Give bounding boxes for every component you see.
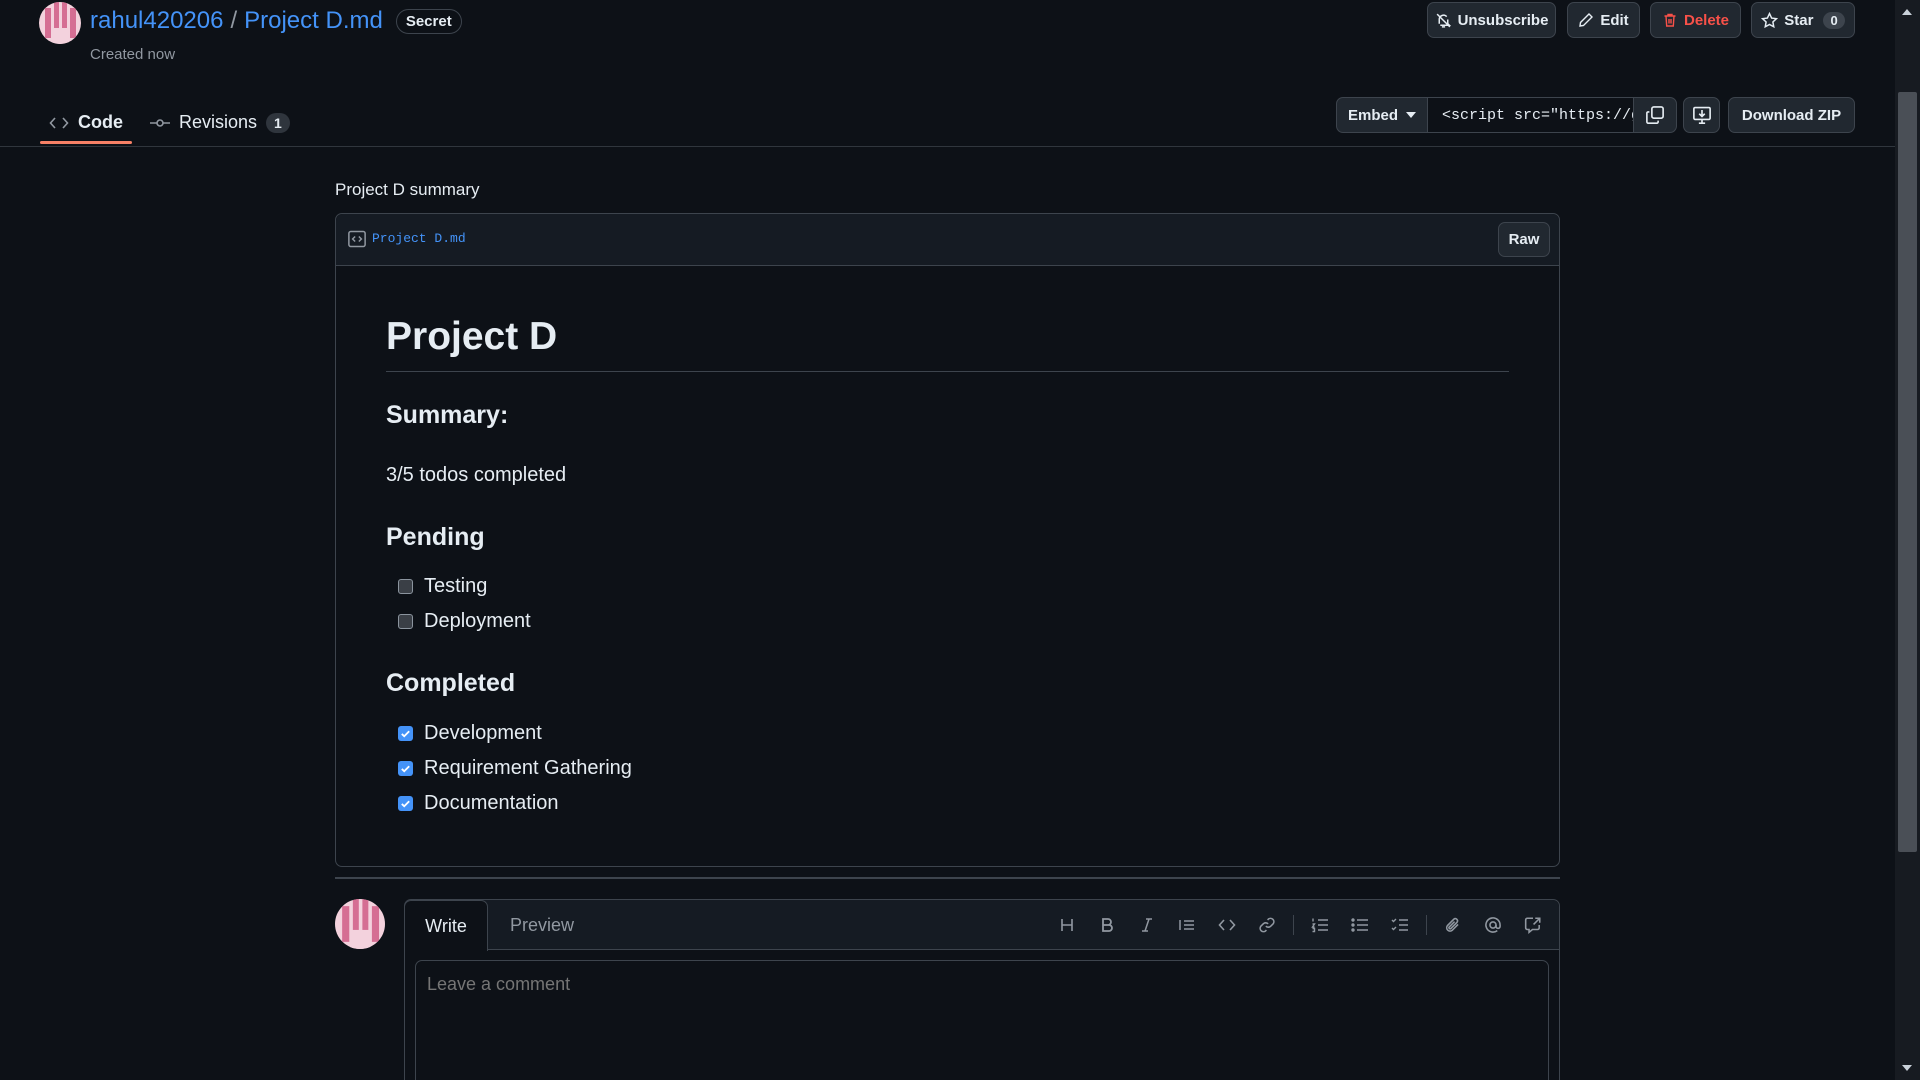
tab-code[interactable]: Code (49, 100, 123, 145)
task-label: Documentation (424, 792, 559, 814)
check-icon (401, 765, 410, 773)
embed-snippet-input[interactable]: <script src="https://gist.github.com (1428, 98, 1634, 132)
commenter-avatar[interactable] (335, 899, 385, 949)
secret-badge: Secret (395, 8, 462, 34)
star-icon (1761, 11, 1779, 29)
task-list-icon[interactable] (1380, 900, 1420, 950)
quote-icon[interactable] (1167, 900, 1207, 950)
file-header: Project D.md Raw (336, 214, 1559, 266)
tab-preview[interactable]: Preview (510, 900, 574, 950)
summary-text: 3/5 todos completed (386, 464, 567, 486)
task-item: Documentation (398, 792, 559, 815)
task-item: Development (398, 722, 542, 745)
task-checkbox[interactable] (398, 796, 413, 811)
embed-clone-group: Embed <script src="https://gist.github.c… (1336, 97, 1677, 133)
task-label: Deployment (424, 610, 531, 632)
commit-icon (150, 115, 170, 131)
unordered-list-icon[interactable] (1340, 900, 1380, 950)
task-label: Testing (424, 575, 488, 597)
link-icon[interactable] (1247, 900, 1287, 950)
file-code-icon (347, 229, 367, 249)
gist-title: rahul420206 / Project D.md Secret (90, 7, 462, 35)
star-count: 0 (1823, 11, 1845, 29)
task-item: Deployment (398, 610, 531, 633)
tab-code-label: Code (78, 112, 123, 132)
task-checkbox[interactable] (398, 579, 413, 594)
section-divider (335, 877, 1560, 879)
task-checkbox[interactable] (398, 761, 413, 776)
italic-icon[interactable] (1127, 900, 1167, 950)
edit-button[interactable]: Edit (1567, 2, 1640, 38)
summary-heading: Summary: (386, 401, 509, 429)
owner-link[interactable]: rahul420206 (90, 7, 223, 35)
mention-icon[interactable] (1473, 900, 1513, 950)
code-icon[interactable] (1207, 900, 1247, 950)
owner-avatar[interactable] (39, 2, 81, 44)
comment-textarea[interactable] (415, 960, 1549, 1080)
tab-write[interactable]: Write (404, 900, 488, 951)
revisions-counter: 1 (266, 112, 290, 133)
gist-name-link[interactable]: Project D.md (244, 7, 383, 35)
completed-heading: Completed (386, 669, 516, 697)
edit-label: Edit (1600, 11, 1629, 29)
gist-description: Project D summary (335, 180, 480, 199)
pending-heading: Pending (386, 523, 485, 551)
task-item: Requirement Gathering (398, 757, 632, 780)
page-scrollbar[interactable] (1895, 0, 1920, 1080)
raw-button[interactable]: Raw (1498, 222, 1550, 257)
gist-file: Project D.md Raw Project D Summary: 3/5 … (335, 213, 1560, 867)
check-icon (401, 800, 410, 808)
pencil-icon (1578, 12, 1594, 28)
embed-select-label: Embed (1347, 106, 1398, 124)
delete-button[interactable]: Delete (1650, 2, 1741, 38)
numbered-list-icon[interactable] (1300, 900, 1340, 950)
selected-tab-indicator (40, 141, 132, 144)
triangle-down-icon (1406, 112, 1416, 118)
markdown-title: Project D (386, 315, 1509, 372)
heading-icon[interactable] (1047, 900, 1087, 950)
check-icon (401, 730, 410, 738)
star-button[interactable]: Star 0 (1751, 2, 1855, 38)
scroll-thumb[interactable] (1898, 92, 1917, 852)
copy-embed-button[interactable] (1634, 98, 1676, 132)
scroll-down-arrow-icon[interactable] (1902, 1065, 1912, 1071)
embed-select[interactable]: Embed (1337, 98, 1428, 132)
copy-icon (1645, 105, 1665, 125)
scroll-up-arrow-icon[interactable] (1902, 9, 1912, 15)
gist-header: rahul420206 / Project D.md Secret Create… (0, 0, 1895, 147)
desktop-download-icon (1692, 105, 1712, 125)
title-separator: / (230, 7, 238, 34)
comment-header: Write Preview (404, 900, 1559, 951)
toolbar-divider (1293, 915, 1294, 935)
comment-form: Write Preview (404, 899, 1560, 1080)
tab-revisions[interactable]: Revisions 1 (150, 100, 290, 145)
unsubscribe-label: Unsubscribe (1457, 11, 1549, 29)
tab-revisions-label: Revisions (179, 112, 258, 132)
task-checkbox[interactable] (398, 726, 413, 741)
reference-icon[interactable] (1513, 900, 1553, 950)
created-timestamp: Created now (90, 46, 176, 63)
bell-slash-icon (1435, 12, 1452, 29)
task-checkbox[interactable] (398, 614, 413, 629)
attach-icon[interactable] (1433, 900, 1473, 950)
download-zip-button[interactable]: Download ZIP (1728, 97, 1855, 133)
trash-icon (1662, 12, 1678, 28)
bold-icon[interactable] (1087, 900, 1127, 950)
unsubscribe-button[interactable]: Unsubscribe (1427, 2, 1556, 38)
open-desktop-button[interactable] (1683, 97, 1720, 133)
toolbar-divider (1426, 915, 1427, 935)
task-label: Requirement Gathering (424, 757, 632, 779)
markdown-toolbar (1047, 900, 1553, 950)
file-name-link[interactable]: Project D.md (372, 231, 466, 246)
code-icon (49, 115, 69, 131)
task-label: Development (424, 722, 542, 744)
star-label: Star (1784, 11, 1814, 29)
delete-label: Delete (1683, 11, 1730, 29)
task-item: Testing (398, 575, 487, 598)
